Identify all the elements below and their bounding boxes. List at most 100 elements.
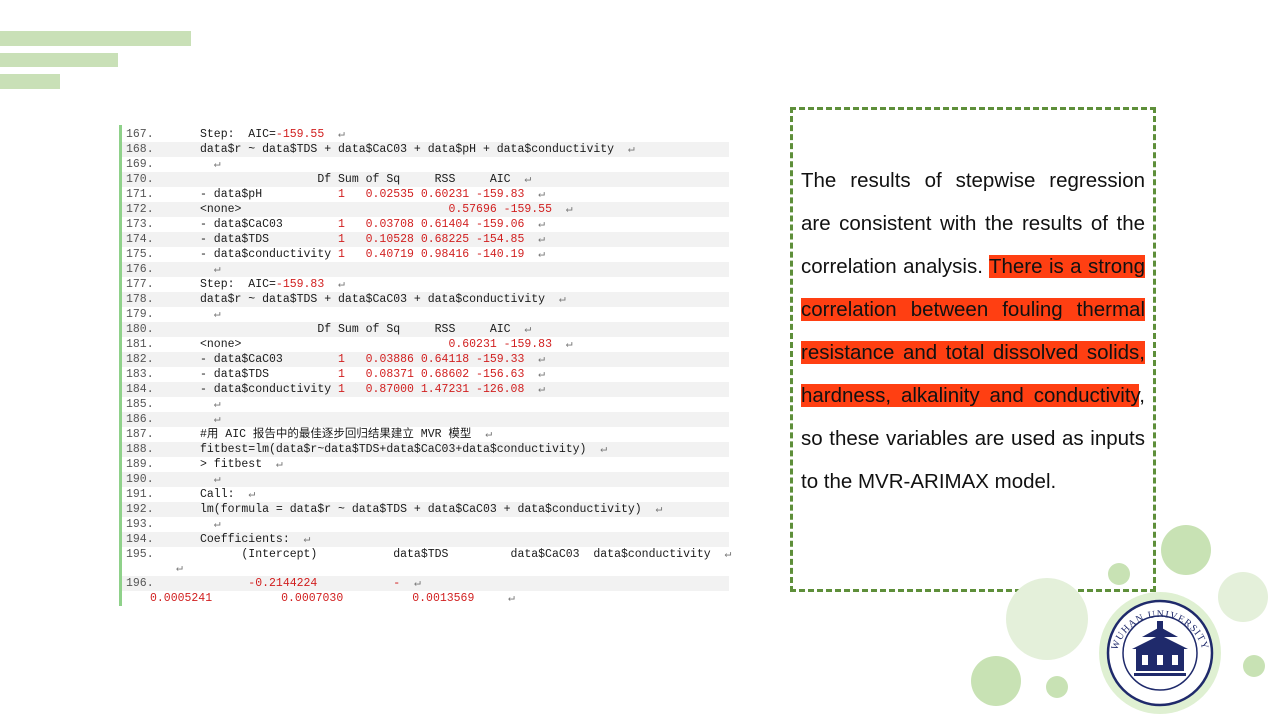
code-line: 185. ↵ [122,397,729,412]
line-number: 187. [126,428,154,441]
line-number: 185. [126,398,154,411]
university-logo: WUHAN UNIVERSITY [1099,592,1221,714]
line-number: 181. [126,338,154,351]
line-number: 189. [126,458,154,471]
code-text: Step: AIC=-159.55 ↵ [200,128,345,141]
code-value: 0.60231 -159.83 [241,338,552,351]
line-number: 175. [126,248,154,261]
header-stripe-3 [0,74,60,89]
header-stripe-2 [0,53,118,67]
line-number: 171. [126,188,154,201]
code-value: 1 0.03886 0.64118 -159.33 [282,353,525,366]
return-mark-icon: ↵ [324,278,345,291]
deco-circle-2 [1108,563,1130,585]
line-number: 177. [126,278,154,291]
return-mark-icon: ↵ [551,203,573,216]
code-line: 181. <none> 0.60231 -159.83 ↵ [122,337,729,352]
deco-circle-7 [1243,655,1265,677]
deco-circle-6 [1046,676,1068,698]
code-line: 192. lm(formula = data$r ~ data$TDS + dat… [122,502,729,517]
line-number: 184. [126,383,154,396]
code-line: 180. Df Sum of Sq RSS AIC ↵ [122,322,729,337]
line-number: 191. [126,488,154,501]
code-line: 191. Call: ↵ [122,487,729,502]
code-text: <none> 0.57696 -159.55 ↵ [200,203,573,216]
line-number: 196. [126,577,154,590]
return-mark-icon: ↵ [234,488,256,501]
code-text: data$r ~ data$TDS + data$CaC03 + data$co… [200,293,566,306]
code-line: 176. ↵ [122,262,729,277]
code-text: - data$conductivity 1 0.40719 0.98416 -1… [200,248,546,261]
line-number: 183. [126,368,154,381]
code-text: - data$CaC03 1 0.03708 0.61404 -159.06 ↵ [200,218,546,231]
code-text: ↵ [200,157,221,172]
return-mark-icon: ↵ [200,473,221,486]
code-text: fitbest=lm(data$r~data$TDS+data$CaC03+da… [200,443,608,456]
line-number: 182. [126,353,154,366]
code-line: 195. (Intercept) data$TDS data$CaC03 dat… [122,547,732,562]
code-text: - data$TDS 1 0.08371 0.68602 -156.63 ↵ [200,368,546,381]
line-number: 179. [126,308,154,321]
return-mark-icon: ↵ [614,143,635,156]
line-number: 194. [126,533,154,546]
line-number: 172. [126,203,154,216]
code-value: -159.83 [275,278,325,291]
code-text: - data$TDS 1 0.10528 0.68225 -154.85 ↵ [200,233,546,246]
code-line: 194. Coefficients: ↵ [122,532,729,547]
deco-circle-3 [1218,572,1268,622]
return-mark-icon: ↵ [400,577,421,590]
return-mark-icon: ↵ [710,548,732,561]
return-mark-icon: ↵ [200,158,221,171]
code-text: ↵ [200,517,221,532]
code-line: 186. ↵ [122,412,729,427]
code-line: 193. ↵ [122,517,729,532]
code-text: Df Sum of Sq RSS AIC ↵ [200,323,532,336]
return-mark-icon: ↵ [200,518,221,531]
code-line: 167. Step: AIC=-159.55 ↵ [122,127,729,142]
return-mark-icon: ↵ [200,398,221,411]
return-mark-icon: ↵ [524,383,546,396]
line-number: 178. [126,293,154,306]
return-mark-icon: ↵ [586,443,608,456]
code-value: -0.2144224 - [200,577,401,590]
return-mark-icon: ↵ [545,293,566,306]
return-mark-icon: ↵ [524,233,546,246]
code-line: 187. #用 AIC 报告中的最佳逐步回归结果建立 MVR 模型 ↵ [122,427,729,442]
code-text: - data$CaC03 1 0.03886 0.64118 -159.33 ↵ [200,353,546,366]
code-text: > fitbest ↵ [200,458,283,471]
return-mark-icon: ↵ [524,368,546,381]
return-mark-icon: ↵ [524,248,546,261]
code-line: 177. Step: AIC=-159.83 ↵ [122,277,729,292]
line-number: 186. [126,413,154,426]
line-number: 188. [126,443,154,456]
return-mark-icon: ↵ [510,323,532,336]
code-text: (Intercept) data$TDS data$CaC03 data$con… [200,548,732,561]
code-text: ↵ [200,262,221,277]
code-value: 1 0.08371 0.68602 -156.63 [269,368,525,381]
return-mark-icon: ↵ [200,308,221,321]
return-mark-icon: ↵ [524,188,546,201]
header-stripe-1 [0,31,191,46]
code-line: 190. ↵ [122,472,729,487]
line-number: 190. [126,473,154,486]
return-mark-icon: ↵ [551,338,573,351]
return-mark-icon: ↵ [176,562,183,575]
code-line: 189. > fitbest ↵ [122,457,729,472]
code-value: 0.0005241 0.0007030 0.0013569 [150,592,475,605]
line-number: 167. [126,128,154,141]
return-mark-icon: ↵ [524,218,546,231]
code-line: 188. fitbest=lm(data$r~data$TDS+data$CaC0… [122,442,729,457]
code-text: Call: ↵ [200,488,256,501]
return-mark-icon: ↵ [641,503,663,516]
code-line: 173. - data$CaC03 1 0.03708 0.61404 -159.… [122,217,729,232]
return-mark-icon: ↵ [289,533,311,546]
code-line: 170. Df Sum of Sq RSS AIC ↵ [122,172,729,187]
code-line: 179. ↵ [122,307,729,322]
code-value: 1 0.10528 0.68225 -154.85 [269,233,525,246]
code-text: Df Sum of Sq RSS AIC ↵ [200,173,532,186]
line-number: 176. [126,263,154,276]
line-number: 169. [126,158,154,171]
return-mark-icon: ↵ [262,458,283,471]
code-value: 1 0.40719 0.98416 -140.19 [331,248,525,261]
return-mark-icon: ↵ [510,173,532,186]
